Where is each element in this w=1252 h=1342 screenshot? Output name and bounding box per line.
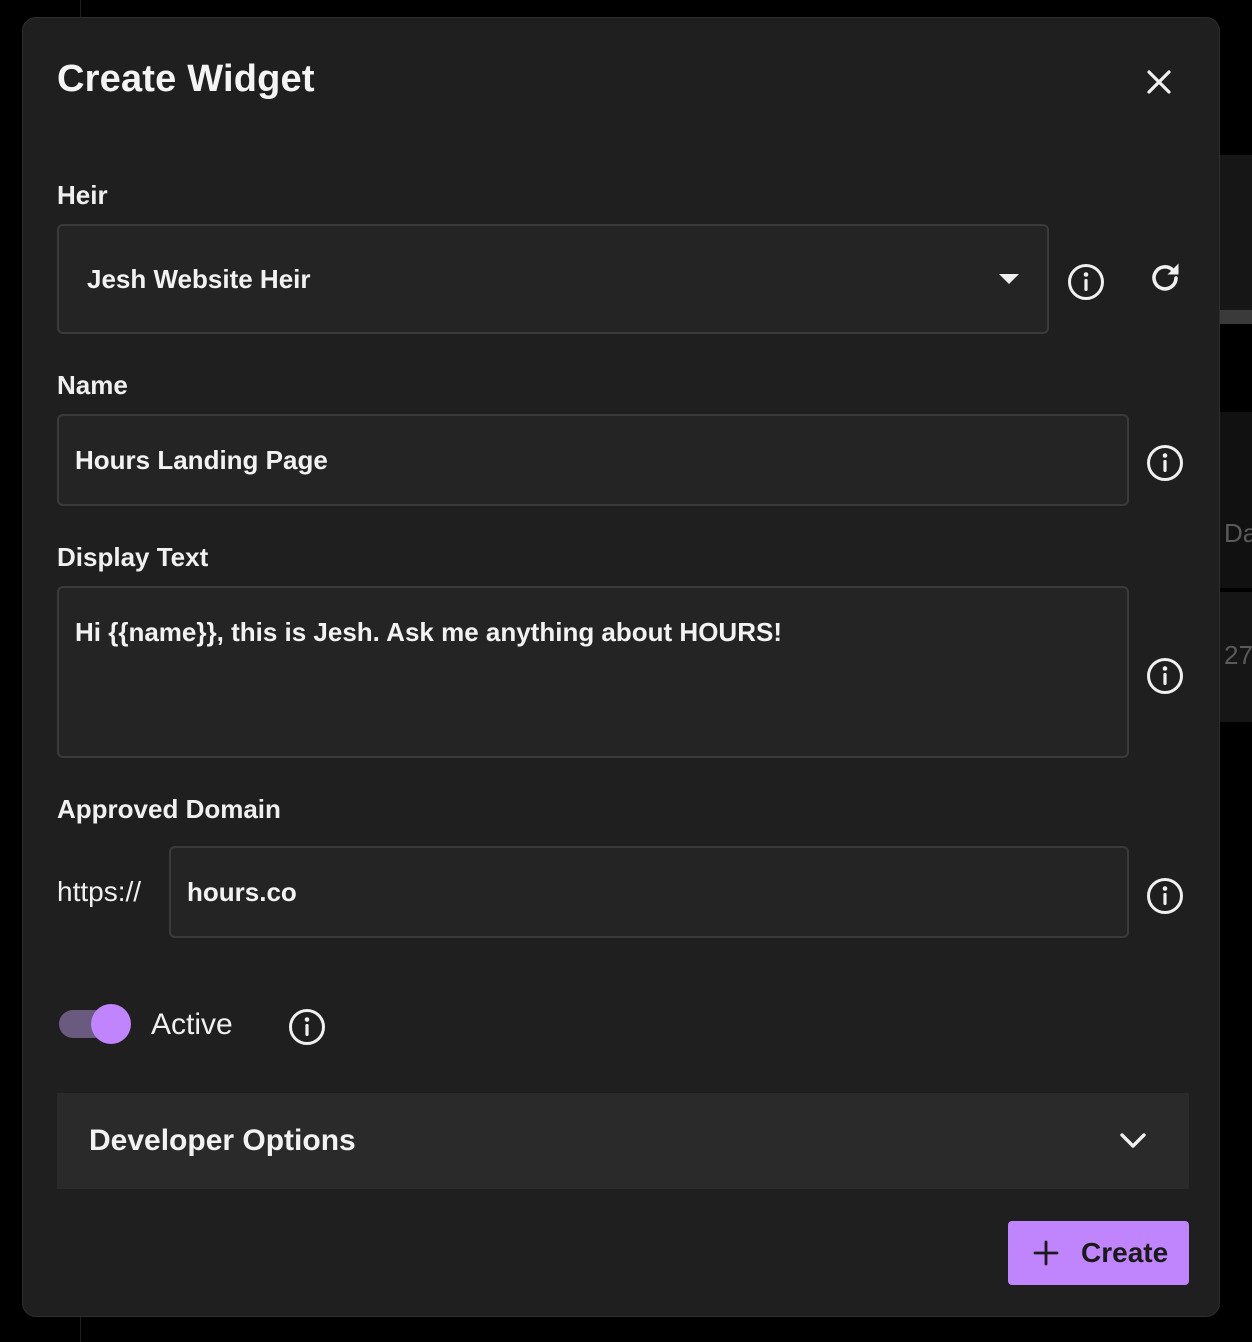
plus-icon [1033, 1240, 1059, 1266]
dialog-title: Create Widget [57, 58, 315, 100]
active-toggle[interactable] [57, 1002, 133, 1046]
refresh-icon[interactable] [1145, 258, 1185, 298]
developer-options-label: Developer Options [89, 1124, 356, 1157]
developer-options-accordion[interactable]: Developer Options [57, 1093, 1189, 1189]
info-icon[interactable] [1145, 656, 1185, 696]
background-cell: 27 [1224, 640, 1252, 670]
info-icon[interactable] [287, 1007, 327, 1047]
background-column-header: Da [1224, 518, 1252, 548]
name-input-value: Hours Landing Page [75, 445, 328, 475]
caret-down-icon [999, 274, 1019, 284]
background-scrollbar [1220, 310, 1252, 324]
create-button-label: Create [1081, 1237, 1169, 1268]
background-panel [1220, 155, 1252, 315]
active-label: Active [151, 1008, 233, 1041]
heir-selected-value: Jesh Website Heir [87, 264, 311, 294]
close-icon[interactable] [1141, 64, 1177, 100]
create-button[interactable]: Create [1008, 1221, 1189, 1285]
info-icon[interactable] [1145, 443, 1185, 483]
approved-domain-input[interactable]: hours.co [169, 846, 1129, 938]
display-text-label: Display Text [57, 542, 209, 572]
display-text-textarea[interactable]: Hi {{name}}, this is Jesh. Ask me anythi… [57, 586, 1129, 758]
background-panel [1220, 412, 1252, 588]
create-widget-dialog: Create Widget Heir Jesh Website Heir Nam… [22, 17, 1220, 1317]
approved-domain-label: Approved Domain [57, 794, 281, 824]
name-label: Name [57, 370, 128, 400]
approved-domain-value: hours.co [187, 877, 297, 907]
info-icon[interactable] [1066, 262, 1106, 302]
name-input[interactable]: Hours Landing Page [57, 414, 1129, 506]
heir-label: Heir [57, 180, 108, 210]
display-text-value: Hi {{name}}, this is Jesh. Ask me anythi… [75, 617, 782, 647]
info-icon[interactable] [1145, 876, 1185, 916]
heir-select[interactable]: Jesh Website Heir [57, 224, 1049, 334]
toggle-knob [91, 1004, 131, 1044]
chevron-down-icon [1120, 1133, 1146, 1148]
domain-prefix: https:// [57, 876, 142, 907]
